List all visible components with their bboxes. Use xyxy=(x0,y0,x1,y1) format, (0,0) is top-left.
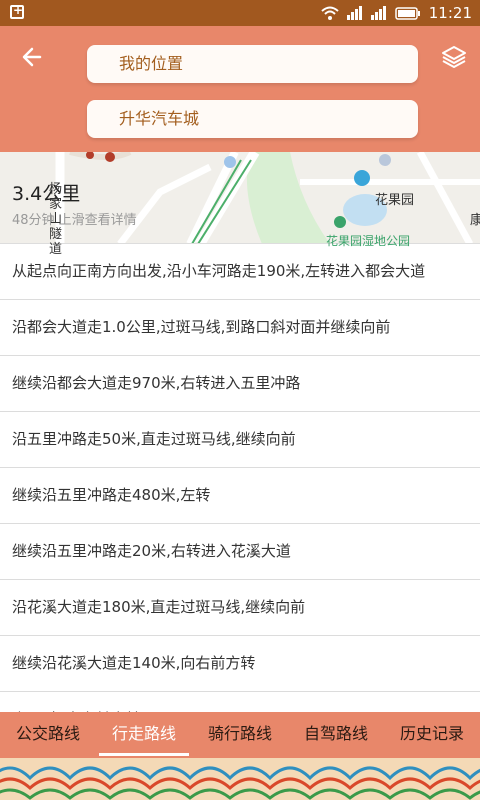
tab-history[interactable]: 历史记录 xyxy=(384,712,480,758)
route-steps-list[interactable]: 从起点向正南方向出发,沿小车河路走190米,左转进入都会大道 沿都会大道走1.0… xyxy=(0,244,480,712)
map-poi-edge: 康 xyxy=(470,213,480,228)
route-distance: 3.4公里 xyxy=(12,183,81,205)
list-item[interactable]: 继续沿花溪大道走140米,向右前方转 xyxy=(0,636,480,692)
route-summary: 3.4公里 杨家山隧道 48分钟 上滑查看详情 花果园 花果园湿地公园 康 xyxy=(0,152,480,257)
list-item[interactable]: 沿五里冲路走50米,直走过斑马线,继续向前 xyxy=(0,412,480,468)
wifi-icon xyxy=(321,6,339,20)
list-item[interactable]: 从起点向正南方向出发,沿小车河路走190米,左转进入都会大道 xyxy=(0,244,480,300)
status-indicators: 11:21 xyxy=(321,3,472,23)
list-item[interactable]: 沿都会大道走1.0公里,过斑马线,到路口斜对面并继续向前 xyxy=(0,300,480,356)
route-duration-hint: 48分钟 上滑查看详情 xyxy=(12,213,137,228)
route-header: 我的位置 升华汽车城 xyxy=(0,26,480,152)
origin-field[interactable]: 我的位置 xyxy=(87,45,418,83)
status-bar: 11:21 xyxy=(0,0,480,26)
list-item[interactable]: 走60米,向右前方转 xyxy=(0,692,480,712)
list-item[interactable]: 沿花溪大道走180米,直走过斑马线,继续向前 xyxy=(0,580,480,636)
tab-bike[interactable]: 骑行路线 xyxy=(192,712,288,758)
list-item[interactable]: 继续沿五里冲路走480米,左转 xyxy=(0,468,480,524)
route-type-tabs: 公交路线 行走路线 骑行路线 自驾路线 历史记录 xyxy=(0,712,480,758)
tab-drive[interactable]: 自驾路线 xyxy=(288,712,384,758)
tab-bus[interactable]: 公交路线 xyxy=(0,712,96,758)
layers-icon[interactable] xyxy=(440,44,468,70)
tab-walk[interactable]: 行走路线 xyxy=(96,712,192,758)
battery-icon xyxy=(395,6,421,20)
list-item[interactable]: 继续沿都会大道走970米,右转进入五里冲路 xyxy=(0,356,480,412)
list-item[interactable]: 继续沿五里冲路走20米,右转进入花溪大道 xyxy=(0,524,480,580)
destination-field[interactable]: 升华汽车城 xyxy=(87,100,418,138)
signal-icon xyxy=(346,6,363,20)
map-poi-park: 花果园 xyxy=(375,193,415,208)
clock: 11:21 xyxy=(428,4,472,22)
back-arrow-icon[interactable] xyxy=(20,44,48,70)
decorative-banner xyxy=(0,758,480,800)
signal-icon-2 xyxy=(370,6,387,20)
notification-icon xyxy=(10,3,24,19)
